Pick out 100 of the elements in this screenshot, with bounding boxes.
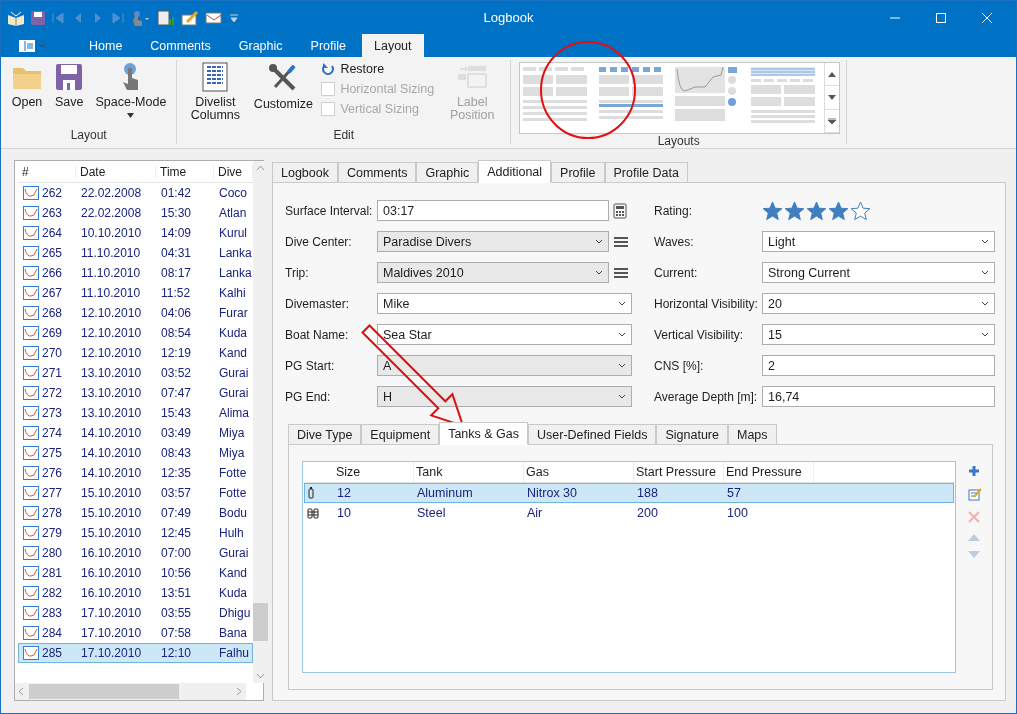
- undo-arrow-icon: [321, 62, 336, 76]
- input-field[interactable]: 16,74: [762, 386, 995, 407]
- maximize-icon: [936, 12, 946, 23]
- dropdown-field[interactable]: Light: [762, 231, 995, 252]
- tab[interactable]: Comments: [337, 162, 417, 183]
- dive-profile-icon: [23, 506, 39, 520]
- column-header[interactable]: Size: [334, 462, 414, 482]
- tab[interactable]: Graphic: [416, 162, 479, 183]
- dive-row[interactable]: 266 11.10.2010 08:17 Lanka: [18, 263, 253, 283]
- tab[interactable]: Additional: [478, 160, 552, 183]
- dive-row[interactable]: 277 15.10.2010 03:57 Fotte: [18, 483, 253, 503]
- app-book-icon[interactable]: [7, 9, 25, 26]
- pen-sign-icon[interactable]: [181, 9, 199, 26]
- scrollbar-thumb[interactable]: [252, 603, 268, 641]
- dropdown-field[interactable]: 20: [762, 293, 995, 314]
- dive-row[interactable]: 271 13.10.2010 03:52 Gurai: [18, 363, 253, 383]
- column-header[interactable]: End Pressure: [724, 462, 814, 482]
- tank-row[interactable]: 10 Steel Air 200 100: [304, 503, 954, 523]
- table-cell-text: 14.10.2010: [80, 426, 143, 440]
- dive-row[interactable]: 283 17.10.2010 03:55 Dhigu: [18, 603, 253, 623]
- add-icon[interactable]: [968, 465, 980, 477]
- table-cell: 280: [19, 546, 77, 560]
- dive-row[interactable]: 279 15.10.2010 12:45 Hulh: [18, 523, 253, 543]
- dropdown-field[interactable]: Paradise Divers: [377, 231, 609, 252]
- ribbon-button[interactable]: Save: [51, 60, 88, 128]
- column-header[interactable]: Gas: [524, 462, 634, 482]
- input-field[interactable]: 03:17: [377, 200, 609, 221]
- dive-row[interactable]: 268 12.10.2010 04:06 Furar: [18, 303, 253, 323]
- ribbon-tab[interactable]: Profile: [298, 34, 358, 57]
- dive-row[interactable]: 280 16.10.2010 07:00 Gurai: [18, 543, 253, 563]
- save-icon[interactable]: [31, 10, 45, 25]
- star-rating[interactable]: [762, 200, 871, 221]
- table-cell-text: 15:30: [160, 206, 193, 220]
- edit-icon[interactable]: [968, 487, 982, 501]
- dive-row[interactable]: 284 17.10.2010 07:58 Bana: [18, 623, 253, 643]
- horizontal-scrollbar[interactable]: [15, 683, 246, 700]
- table-cell-text: Gurai: [218, 366, 250, 380]
- dive-row[interactable]: 276 14.10.2010 12:35 Fotte: [18, 463, 253, 483]
- ribbon-button[interactable]: Divelist Columns: [183, 60, 248, 128]
- tab[interactable]: Logbook: [272, 162, 338, 183]
- field-label: PG End:: [285, 389, 332, 404]
- customize-dropdown-icon[interactable]: [229, 12, 239, 23]
- calculator-button[interactable]: [613, 202, 627, 219]
- dropdown-field[interactable]: Strong Current: [762, 262, 995, 283]
- dropdown-field[interactable]: Sea Star: [377, 324, 632, 345]
- dive-row[interactable]: 281 16.10.2010 10:56 Kand: [18, 563, 253, 583]
- dive-row[interactable]: 270 12.10.2010 12:19 Kand: [18, 343, 253, 363]
- dive-profile-icon: [23, 386, 39, 400]
- dropdown-field[interactable]: 15: [762, 324, 995, 345]
- ribbon-button[interactable]: Space-Mode: [91, 60, 171, 128]
- tab[interactable]: Maps: [728, 424, 777, 445]
- dropdown-field[interactable]: H: [377, 386, 632, 407]
- envelope-chart-icon[interactable]: [205, 9, 223, 26]
- ribbon-button[interactable]: Open: [7, 60, 47, 128]
- list-button[interactable]: [613, 234, 629, 249]
- table-cell-text: 10: [336, 506, 352, 520]
- dropdown-field[interactable]: Mike: [377, 293, 632, 314]
- delete-icon[interactable]: [968, 511, 980, 523]
- column-header[interactable]: Dive: [214, 164, 253, 179]
- ribbon-tab[interactable]: Comments: [138, 34, 223, 57]
- dive-row[interactable]: 269 12.10.2010 08:54 Kuda: [18, 323, 253, 343]
- tab[interactable]: Tanks & Gas: [439, 422, 528, 445]
- dive-row[interactable]: 273 13.10.2010 15:43 Alima: [18, 403, 253, 423]
- column-header[interactable]: Tank: [414, 462, 524, 482]
- table-cell-text: Kuda: [218, 326, 249, 340]
- dive-row[interactable]: 262 22.02.2008 01:42 Coco: [18, 183, 253, 203]
- dive-row[interactable]: 274 14.10.2010 03:49 Miya: [18, 423, 253, 443]
- dive-row[interactable]: 278 15.10.2010 07:49 Bodu: [18, 503, 253, 523]
- table-cell-text: 15.10.2010: [80, 486, 143, 500]
- tab[interactable]: Signature: [656, 424, 728, 445]
- dive-row[interactable]: 265 11.10.2010 04:31 Lanka: [18, 243, 253, 263]
- dropdown-field[interactable]: Maldives 2010: [377, 262, 609, 283]
- table-cell-text: 11.10.2010: [80, 266, 142, 280]
- tank-row[interactable]: 12 Aluminum Nitrox 30 188 57: [304, 483, 954, 503]
- tab[interactable]: Equipment: [361, 424, 440, 445]
- dive-row[interactable]: 282 16.10.2010 13:51 Kuda: [18, 583, 253, 603]
- tab[interactable]: Profile Data: [604, 162, 688, 183]
- tab[interactable]: Dive Type: [288, 424, 362, 445]
- dive-row[interactable]: 264 10.10.2010 14:09 Kurul: [18, 223, 253, 243]
- dive-row[interactable]: 263 22.02.2008 15:30 Atlan: [18, 203, 253, 223]
- vertical-scrollbar[interactable]: [252, 161, 268, 683]
- tab[interactable]: User-Defined Fields: [528, 424, 657, 445]
- list-button[interactable]: [613, 265, 629, 280]
- ribbon-button[interactable]: Customize: [251, 60, 316, 128]
- ribbon-tab[interactable]: Home: [77, 34, 135, 57]
- column-header[interactable]: #: [18, 164, 76, 179]
- ribbon-tab[interactable]: Graphic: [226, 34, 295, 57]
- tab[interactable]: Profile: [551, 162, 605, 183]
- input-field[interactable]: 2: [762, 355, 995, 376]
- column-header[interactable]: Date: [76, 164, 156, 179]
- dive-row[interactable]: 267 11.10.2010 11:52 Kalhi: [18, 283, 253, 303]
- restore-button[interactable]: Restore: [319, 62, 437, 76]
- dive-row[interactable]: 275 14.10.2010 08:43 Miya: [18, 443, 253, 463]
- column-header[interactable]: Start Pressure: [634, 462, 724, 482]
- dive-row[interactable]: 285 17.10.2010 12:10 Falhu: [18, 643, 253, 663]
- dive-row[interactable]: 272 13.10.2010 07:47 Gurai: [18, 383, 253, 403]
- ribbon-tab[interactable]: Layout: [362, 34, 424, 57]
- calculator-chart-icon[interactable]: [157, 9, 175, 26]
- column-header[interactable]: Time: [156, 164, 214, 179]
- dropdown-field[interactable]: A: [377, 355, 632, 376]
